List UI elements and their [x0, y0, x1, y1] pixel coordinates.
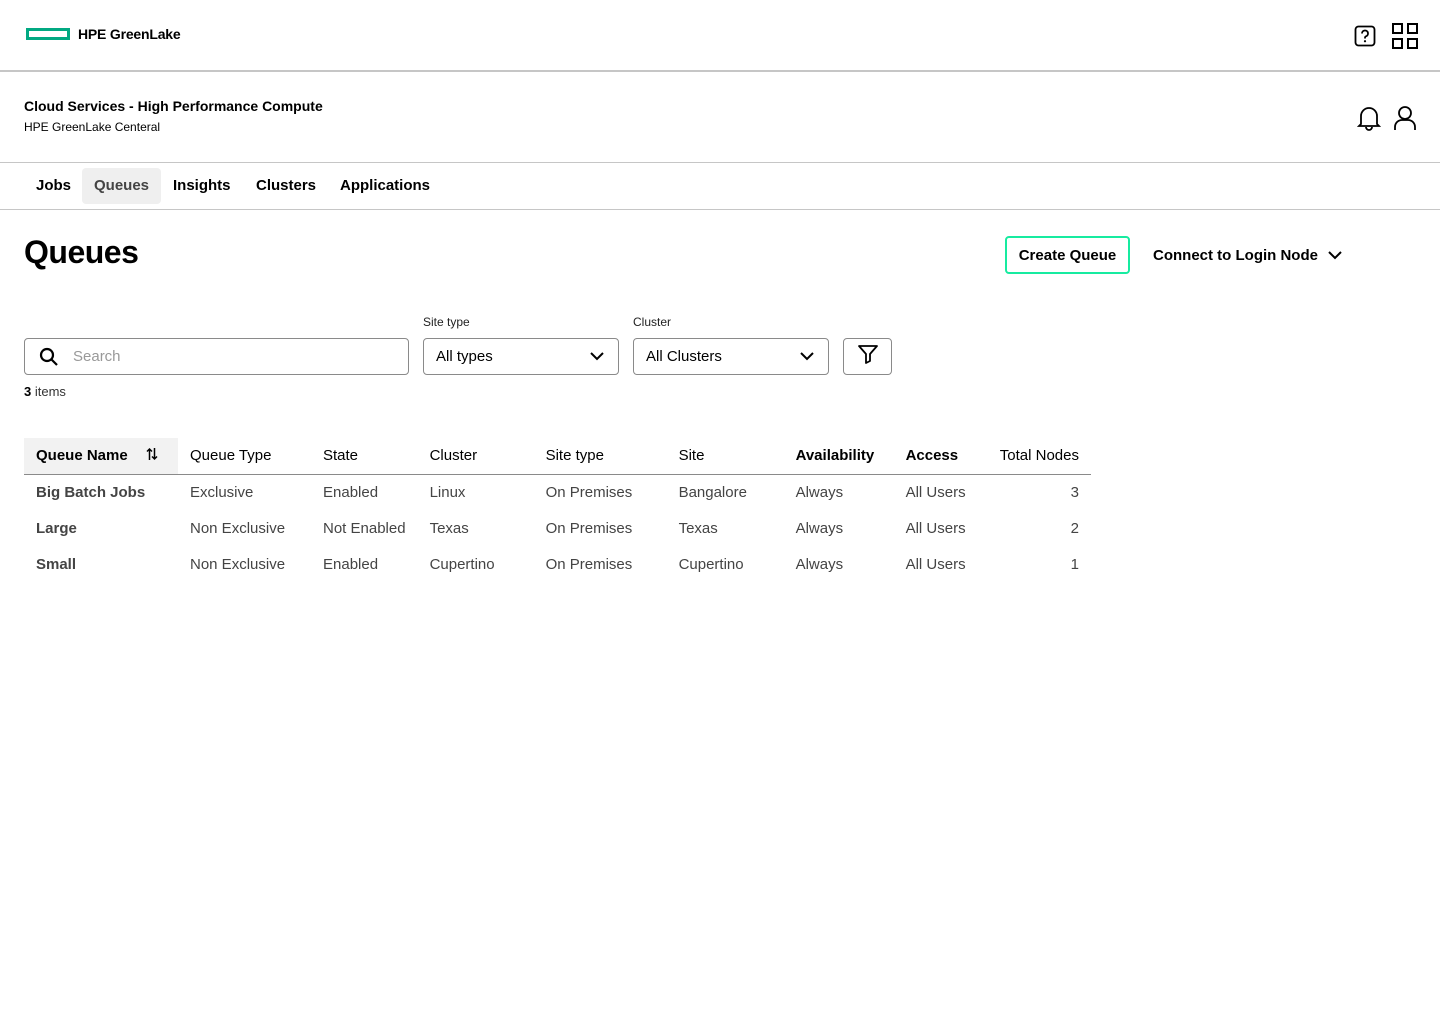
help-icon[interactable]	[1352, 22, 1378, 50]
column-header-availability[interactable]: Availability	[783, 438, 894, 475]
connect-login-node-menu[interactable]: Connect to Login Node	[1153, 236, 1342, 274]
site-cell: Texas	[678, 519, 718, 537]
state-cell: Enabled	[323, 555, 379, 573]
tab-insights[interactable]: Insights	[161, 168, 243, 204]
service-subtitle: HPE GreenLake Centeral	[24, 120, 161, 134]
tab-clusters[interactable]: Clusters	[244, 168, 328, 204]
chevron-down-icon	[590, 348, 604, 365]
search-input[interactable]	[73, 348, 393, 365]
item-count: 3 items	[24, 384, 66, 399]
bell-icon[interactable]	[1356, 104, 1382, 132]
hpe-logo-icon	[26, 28, 70, 40]
brand[interactable]: HPE GreenLake	[26, 26, 181, 42]
availability-cell: Always	[795, 483, 844, 501]
site-cell: Cupertino	[678, 555, 744, 573]
queues-table: Queue Name Queue Type State Cluster Site…	[24, 438, 1091, 582]
search-icon	[25, 347, 73, 367]
tab-applications[interactable]: Applications	[328, 168, 442, 204]
column-header-queue-type[interactable]: Queue Type	[178, 438, 311, 475]
tab-queues[interactable]: Queues	[82, 168, 162, 204]
table-row[interactable]: Big Batch Jobs Exclusive Enabled Linux O…	[24, 474, 1091, 510]
site-type-label: Site type	[423, 315, 470, 329]
column-header-site[interactable]: Site	[666, 438, 784, 475]
page-title: Queues	[24, 234, 139, 270]
brand-name: HPE GreenLake	[78, 26, 181, 42]
site-type-cell: On Premises	[545, 519, 633, 537]
total-nodes-cell: 1	[1070, 555, 1079, 573]
table-row[interactable]: Small Non Exclusive Enabled Cupertino On…	[24, 546, 1091, 582]
column-header-queue-name[interactable]: Queue Name	[24, 438, 178, 475]
cluster-cell: Texas	[429, 519, 469, 537]
cluster-cell: Cupertino	[429, 555, 495, 573]
cluster-label: Cluster	[633, 315, 672, 329]
table-row[interactable]: Large Non Exclusive Not Enabled Texas On…	[24, 510, 1091, 546]
column-header-cluster[interactable]: Cluster	[417, 438, 534, 475]
service-header: Cloud Services - High Performance Comput…	[0, 74, 1440, 163]
state-cell: Not Enabled	[323, 519, 406, 537]
create-queue-button[interactable]: Create Queue	[1005, 236, 1130, 274]
table-header-row: Queue Name Queue Type State Cluster Site…	[24, 438, 1091, 475]
queue-name-cell[interactable]: Big Batch Jobs	[24, 474, 178, 510]
column-header-access[interactable]: Access	[893, 438, 984, 475]
access-cell: All Users	[905, 483, 966, 501]
queue-type-cell: Non Exclusive	[190, 519, 286, 537]
site-type-cell: On Premises	[545, 555, 633, 573]
filter-button[interactable]	[843, 338, 892, 375]
column-header-state[interactable]: State	[311, 438, 418, 475]
service-title: Cloud Services - High Performance Comput…	[24, 98, 323, 114]
tab-jobs[interactable]: Jobs	[24, 168, 83, 204]
search-field[interactable]	[24, 338, 409, 375]
column-header-total-nodes[interactable]: Total Nodes	[983, 438, 1091, 475]
app-grid-icon[interactable]	[1392, 22, 1418, 50]
column-header-site-type[interactable]: Site type	[533, 438, 667, 475]
site-type-cell: On Premises	[545, 483, 633, 501]
filter-icon	[857, 343, 879, 370]
column-header-label: Queue Name	[36, 446, 128, 464]
site-cell: Bangalore	[678, 483, 747, 501]
site-type-value: All types	[436, 348, 493, 365]
queue-name-cell[interactable]: Small	[24, 546, 178, 582]
user-icon[interactable]	[1392, 104, 1418, 132]
state-cell: Enabled	[323, 483, 379, 501]
connect-login-node-label: Connect to Login Node	[1153, 246, 1318, 264]
chevron-down-icon	[800, 348, 814, 365]
access-cell: All Users	[905, 519, 966, 537]
queue-type-cell: Exclusive	[190, 483, 254, 501]
site-type-select[interactable]: All types	[423, 338, 619, 375]
cluster-value: All Clusters	[646, 348, 722, 365]
nav-tabs: Jobs Queues Insights Clusters Applicatio…	[0, 163, 1440, 210]
total-nodes-cell: 2	[1070, 519, 1079, 537]
item-count-suffix: items	[31, 384, 66, 399]
cluster-select[interactable]: All Clusters	[633, 338, 829, 375]
access-cell: All Users	[905, 555, 966, 573]
queue-type-cell: Non Exclusive	[190, 555, 286, 573]
availability-cell: Always	[795, 555, 844, 573]
availability-cell: Always	[795, 519, 844, 537]
cluster-cell: Linux	[429, 483, 466, 501]
sort-icon[interactable]	[146, 447, 158, 465]
queue-name-cell[interactable]: Large	[24, 510, 178, 546]
top-bar: HPE GreenLake	[0, 0, 1440, 72]
chevron-down-icon	[1328, 247, 1342, 264]
total-nodes-cell: 3	[1070, 483, 1079, 501]
